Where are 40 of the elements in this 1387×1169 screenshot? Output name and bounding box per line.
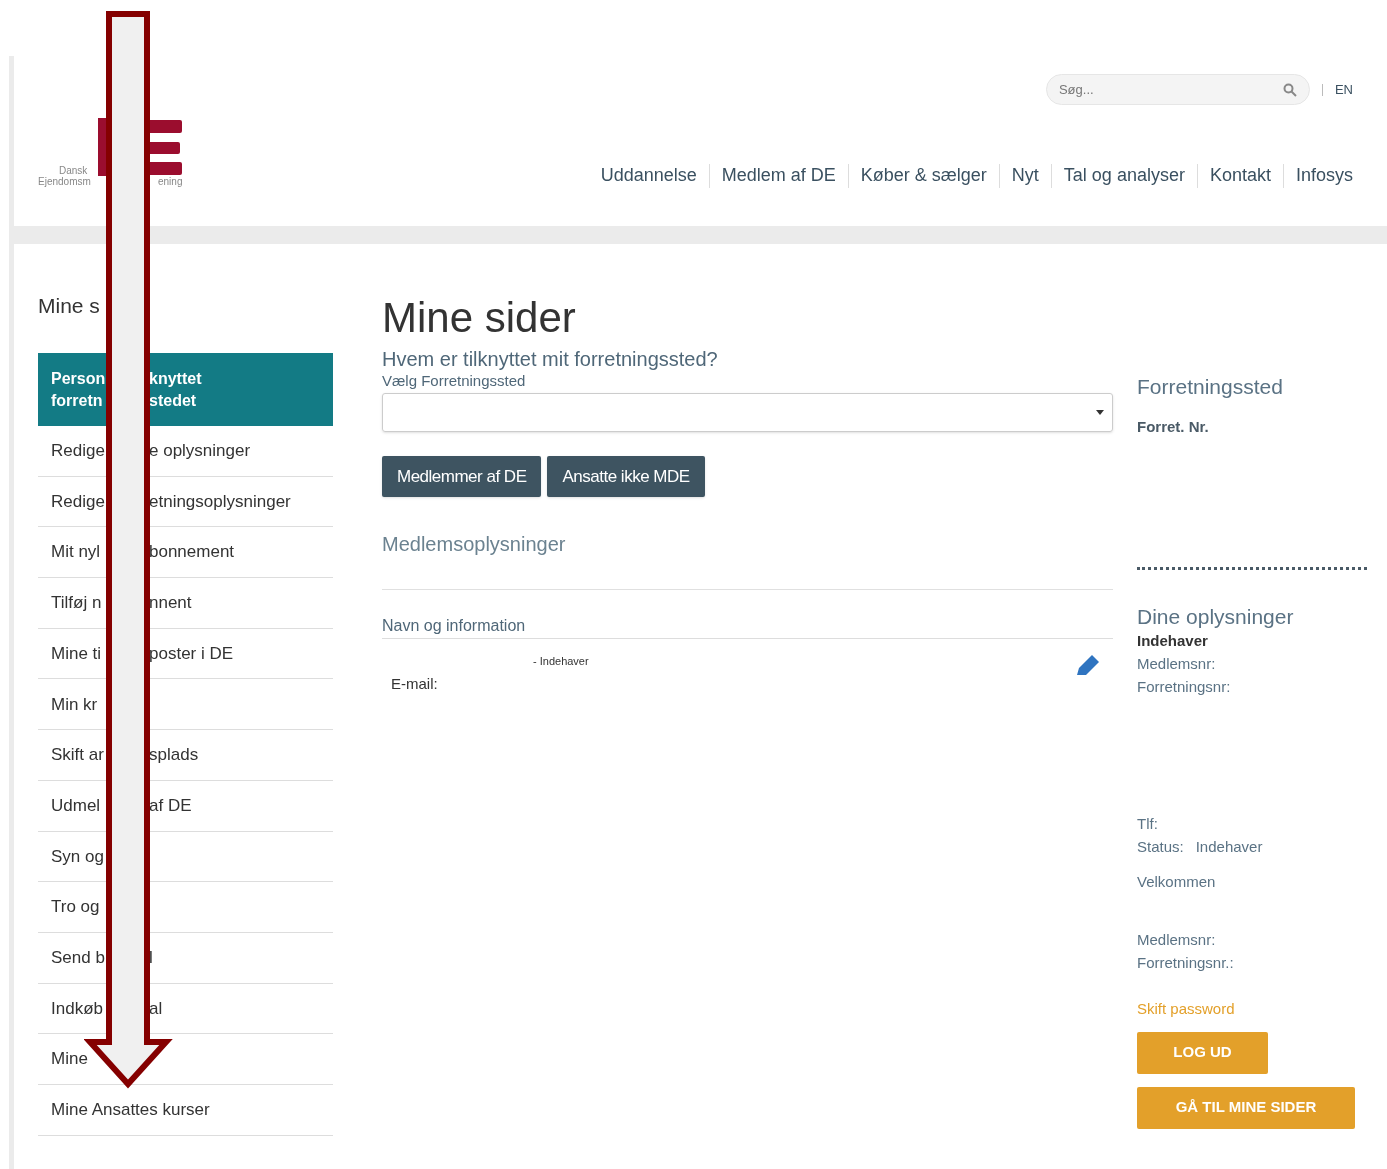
search-field[interactable]: Søg... — [1045, 74, 1310, 105]
section-heading: Medlemsoplysninger — [382, 532, 567, 557]
nav-link[interactable]: Medlem af DE — [721, 162, 836, 189]
sidebar-title: Mine s — [38, 293, 101, 319]
role-text: - Indehaver — [533, 654, 589, 669]
status-value: Indehaver — [1195, 836, 1263, 857]
language-link[interactable]: EN — [1334, 79, 1353, 100]
search-icon[interactable] — [1282, 82, 1297, 97]
email-label: E-mail: — [391, 674, 438, 694]
sidebar-item[interactable]: Mine Ansattes kurser — [38, 1084, 333, 1136]
section-heading: Dine oplysninger — [1137, 603, 1295, 630]
pencil-icon[interactable] — [1075, 653, 1101, 677]
filter-button[interactable]: Medlemmer af DE — [382, 456, 542, 497]
nav-link[interactable]: Tal og analyser — [1063, 162, 1185, 189]
search-input[interactable]: Søg... — [1058, 79, 1283, 100]
subsection-heading: Navn og information — [382, 614, 1113, 639]
field-label: Medlemsnr: — [1137, 653, 1217, 674]
nav-link[interactable]: Kontakt — [1209, 162, 1271, 189]
role-text: Indehaver — [1137, 630, 1209, 651]
field-label: Status: — [1137, 836, 1184, 857]
nav-link[interactable]: Nyt — [1011, 162, 1039, 189]
field-label: Forret. Nr. — [1137, 417, 1210, 437]
section-heading: Forretningssted — [1137, 374, 1284, 400]
dropdown-field[interactable] — [382, 393, 1113, 432]
logo-text: ening — [158, 177, 183, 187]
field-label: Forretningsnr.: — [1137, 952, 1235, 973]
field-label: Vælg Forretningssted — [382, 372, 527, 390]
logo-text: Dansk — [59, 166, 88, 176]
filter-button[interactable]: Ansatte ikke MDE — [547, 456, 705, 497]
page-title: Mine sider — [382, 293, 577, 343]
logo-text: Ejendomsm — [38, 177, 91, 187]
welcome-text: Velkommen — [1137, 871, 1217, 892]
dropdown-arrow-icon — [1096, 410, 1104, 415]
nav-link[interactable]: Infosys — [1295, 162, 1353, 189]
section-heading: Hvem er tilknyttet mit forretningssted? — [382, 347, 719, 372]
field-label: Forretningsnr: — [1137, 676, 1232, 697]
field-label: Medlemsnr: — [1137, 929, 1217, 950]
nav-link[interactable]: Uddannelse — [600, 162, 697, 189]
field-label: Tlf: — [1137, 813, 1159, 834]
nav-link[interactable]: Køber & sælger — [860, 162, 987, 189]
